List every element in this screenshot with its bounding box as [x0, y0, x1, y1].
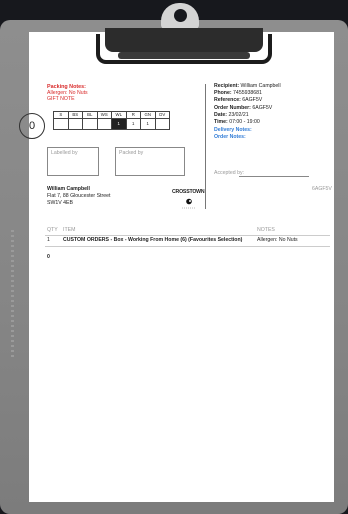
size-grid: S BS BL WS WL R GN DV 1 1 1 [53, 111, 170, 130]
items-header-item: ITEM [63, 227, 76, 233]
time-label: Time: [214, 119, 228, 125]
clip-hole [174, 9, 187, 22]
grid-header: DV [154, 111, 170, 119]
reference-label: Reference: [214, 97, 241, 103]
phone-label: Phone: [214, 90, 232, 96]
grid-cell [96, 118, 112, 130]
grid-cell-filled: 1 [111, 118, 127, 130]
packing-slip: Packing Notes: Allergen: No Nuts GIFT NO… [19, 32, 334, 502]
reference-row: Reference: 6AGF5V [214, 97, 263, 104]
grid-header: S [53, 111, 69, 119]
order-notes-label: Order Notes: [214, 134, 246, 140]
recipient-value: William Campbell [240, 83, 281, 89]
grid-header: BL [82, 111, 98, 119]
accepted-by-signature-line [239, 176, 309, 177]
grid-cell [154, 118, 170, 130]
grid-cell [82, 118, 98, 130]
crosstown-logo: CROSSTOWN [168, 189, 210, 211]
crosstown-logo-text: CROSSTOWN [172, 189, 205, 195]
footer-total: 0 [47, 254, 50, 260]
order-number-label: Order Number: [214, 105, 251, 111]
items-header-qty: QTY [47, 227, 58, 233]
pack-count-circle: 0 [19, 113, 45, 139]
phone-value: 7455938681 [233, 90, 262, 96]
grid-header: BS [67, 111, 83, 119]
item-notes: Allergen: No Nuts [257, 237, 298, 243]
time-value: 07:00 - 19:00 [229, 119, 260, 125]
clipboard-texture [11, 230, 14, 360]
order-number-value: 6AGF5V [252, 105, 273, 111]
grid-cell [53, 118, 69, 130]
grid-header: WS [96, 111, 112, 119]
date-label: Date: [214, 112, 227, 118]
grid-header: GN [140, 111, 156, 119]
item-name: CUSTOM ORDERS - Box - Working From Home … [63, 237, 243, 243]
items-header-notes: NOTES [257, 227, 275, 233]
clip-arm [96, 34, 272, 64]
grid-header: WL [111, 111, 127, 119]
address-line2: SW1V 4EB [47, 200, 73, 206]
items-header-divider [45, 235, 330, 236]
labelled-by-label: Labelled by [51, 150, 78, 156]
order-code: 6AGF5V [312, 186, 332, 192]
grid-cell: 1 [140, 118, 156, 130]
grid-cell [67, 118, 83, 130]
packed-by-box: Packed by [115, 147, 185, 176]
recipient-label: Recipient: [214, 83, 240, 89]
time-row: Time: 07:00 - 19:00 [214, 119, 260, 126]
clip-bar [118, 52, 250, 59]
items-row-divider [45, 246, 330, 247]
pack-count-value: 0 [28, 120, 36, 132]
reference-value: 6AGF5V [242, 97, 263, 103]
packing-notes-gift: GIFT NOTE [47, 96, 75, 102]
date-value: 23/02/21 [228, 112, 249, 118]
item-qty: 1 [47, 237, 50, 243]
labelled-by-box: Labelled by [47, 147, 99, 176]
grid-cell: 1 [125, 118, 141, 130]
packed-by-label: Packed by [119, 150, 144, 156]
grid-header: R [125, 111, 141, 119]
